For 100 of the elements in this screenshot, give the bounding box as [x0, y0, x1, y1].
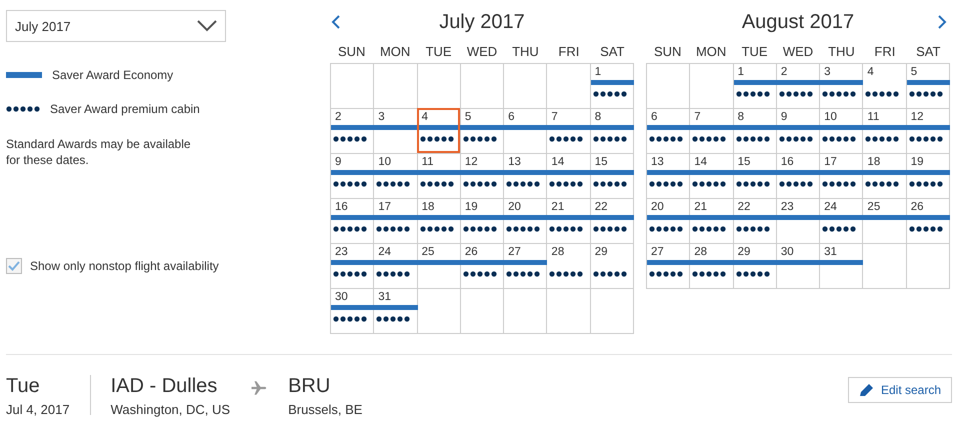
weekday-label: TUE [424, 43, 453, 61]
calendar-day-cell[interactable]: 23 [776, 199, 820, 244]
chevron-right-icon [936, 14, 948, 30]
trip-weekday: Tue [6, 375, 41, 398]
calendar-day-cell[interactable]: 30 [776, 244, 820, 289]
day-number: 3 [378, 111, 385, 123]
calendar-day-cell[interactable]: 24 [374, 244, 418, 289]
day-number: 21 [694, 201, 708, 213]
day-number: 15 [594, 156, 608, 168]
destination-airport: BRU [288, 375, 332, 398]
calendar-day-cell[interactable]: 7 [547, 109, 591, 154]
day-number: 13 [651, 156, 664, 168]
calendar-day-cell[interactable]: 25 [863, 199, 907, 244]
calendar-day-cell[interactable]: 6 [647, 109, 690, 154]
day-number: 10 [378, 156, 392, 168]
day-number: 29 [594, 246, 608, 258]
calendar-day-cell[interactable]: 15 [590, 154, 634, 199]
calendar-day-cell[interactable]: 12 [906, 109, 950, 154]
origin-airport: IAD - Dulles [110, 375, 218, 398]
day-number: 22 [738, 201, 750, 213]
calendar-day-cell[interactable]: 7 [690, 109, 734, 154]
month-title: July 2017 [438, 10, 526, 34]
calendar-day-cell[interactable]: 15 [734, 154, 777, 199]
day-number: 25 [867, 201, 880, 213]
checkbox-label: Show only nonstop flight availability [30, 259, 219, 273]
calendar-day-cell[interactable]: 6 [504, 109, 548, 154]
calendar-day-cell[interactable]: 14 [547, 154, 591, 199]
day-number: 19 [464, 201, 478, 213]
calendar-day-cell[interactable]: 3 [820, 64, 864, 109]
calendar-day-cell[interactable]: 30 [331, 289, 374, 334]
calendar-day-cell[interactable]: 4 [863, 64, 907, 109]
calendar-day-cell[interactable]: 26 [906, 199, 950, 244]
calendar-day-cell[interactable]: 20 [647, 199, 690, 244]
weekday-label: SAT [915, 43, 942, 61]
calendar-day-cell[interactable]: 29 [590, 244, 634, 289]
day-number: 30 [335, 291, 348, 303]
calendar-day-cell[interactable]: 5 [906, 64, 950, 109]
calendar-day-cell[interactable]: 31 [374, 289, 418, 334]
day-number: 26 [910, 201, 924, 213]
calendar-day-cell[interactable]: 21 [547, 199, 591, 244]
day-number: 11 [422, 156, 434, 168]
calendar-day-cell[interactable]: 23 [331, 244, 374, 289]
calendar-day-cell[interactable]: 2 [331, 109, 374, 154]
calendar-day-cell[interactable]: 18 [863, 154, 907, 199]
calendar-day-cell[interactable]: 16 [331, 199, 374, 244]
calendar-day-cell[interactable]: 28 [690, 244, 734, 289]
calendar-day-cell[interactable]: 8 [734, 109, 777, 154]
calendar-day-cell[interactable]: 3 [374, 109, 418, 154]
day-number: 30 [780, 246, 794, 258]
calendar-day-cell[interactable]: 21 [690, 199, 734, 244]
calendar-day-cell[interactable]: 19 [906, 154, 950, 199]
calendar-day-cell[interactable]: 9 [776, 109, 820, 154]
day-number: 27 [651, 246, 664, 258]
day-number: 2 [335, 111, 342, 123]
calendar-day-cell[interactable]: 14 [690, 154, 734, 199]
economy-bar-icon [6, 72, 42, 78]
nonstop-checkbox[interactable] [6, 258, 22, 274]
calendar-day-cell[interactable]: 10 [820, 109, 864, 154]
calendar-day-cell[interactable]: 17 [374, 199, 418, 244]
calendar-day-cell[interactable]: 22 [590, 199, 634, 244]
calendar-day-cell[interactable]: 29 [734, 244, 777, 289]
calendar-day-cell[interactable]: 11 [863, 109, 907, 154]
calendar-day-cell[interactable]: 12 [460, 154, 504, 199]
weekday-label: FRI [873, 43, 896, 61]
calendar-day-cell[interactable]: 5 [460, 109, 504, 154]
month-select[interactable]: July 2017 [6, 10, 226, 42]
calendar-day-cell[interactable]: 27 [504, 244, 548, 289]
calendar-day-cell[interactable]: 22 [734, 199, 777, 244]
calendar-day-cell[interactable]: 26 [460, 244, 504, 289]
edit-search-button[interactable]: Edit search [848, 377, 952, 403]
calendar-day-cell[interactable]: 20 [504, 199, 548, 244]
calendar-day-cell[interactable]: 24 [820, 199, 864, 244]
calendar-day-cell[interactable]: 1 [734, 64, 777, 109]
calendar-day-cell[interactable]: 31 [820, 244, 864, 289]
calendar-day-cell[interactable]: 9 [331, 154, 374, 199]
calendar-day-cell[interactable]: 13 [504, 154, 548, 199]
calendar-day-cell[interactable]: 17 [820, 154, 864, 199]
calendar-day-cell[interactable]: 28 [547, 244, 591, 289]
calendar-day-cell[interactable]: 11 [418, 154, 461, 199]
calendar-day-cell[interactable]: 8 [590, 109, 634, 154]
day-number: 17 [378, 201, 392, 213]
calendar-day-cell[interactable]: 18 [418, 199, 461, 244]
calendar-day-cell[interactable]: 4 [418, 109, 461, 154]
calendar-day-cell[interactable]: 10 [374, 154, 418, 199]
calendar-day-cell[interactable]: 25 [418, 244, 461, 289]
day-number: 28 [551, 246, 564, 258]
day-number: 4 [422, 111, 428, 123]
calendar-day-cell[interactable]: 16 [776, 154, 820, 199]
day-number: 7 [551, 111, 558, 123]
calendar-day-cell[interactable]: 1 [590, 64, 634, 109]
calendar-day-cell[interactable]: 13 [647, 154, 690, 199]
day-number: 26 [464, 246, 478, 258]
trip-date: Jul 4, 2017 [6, 402, 70, 417]
calendar-day-cell[interactable]: 19 [460, 199, 504, 244]
calendar-day-cell[interactable]: 27 [647, 244, 690, 289]
day-number: 1 [594, 66, 602, 78]
calendar-day-cell[interactable]: 2 [776, 64, 820, 109]
weekday-label: THU [511, 43, 540, 61]
weekday-label: THU [827, 43, 856, 61]
day-number: 23 [780, 201, 794, 213]
